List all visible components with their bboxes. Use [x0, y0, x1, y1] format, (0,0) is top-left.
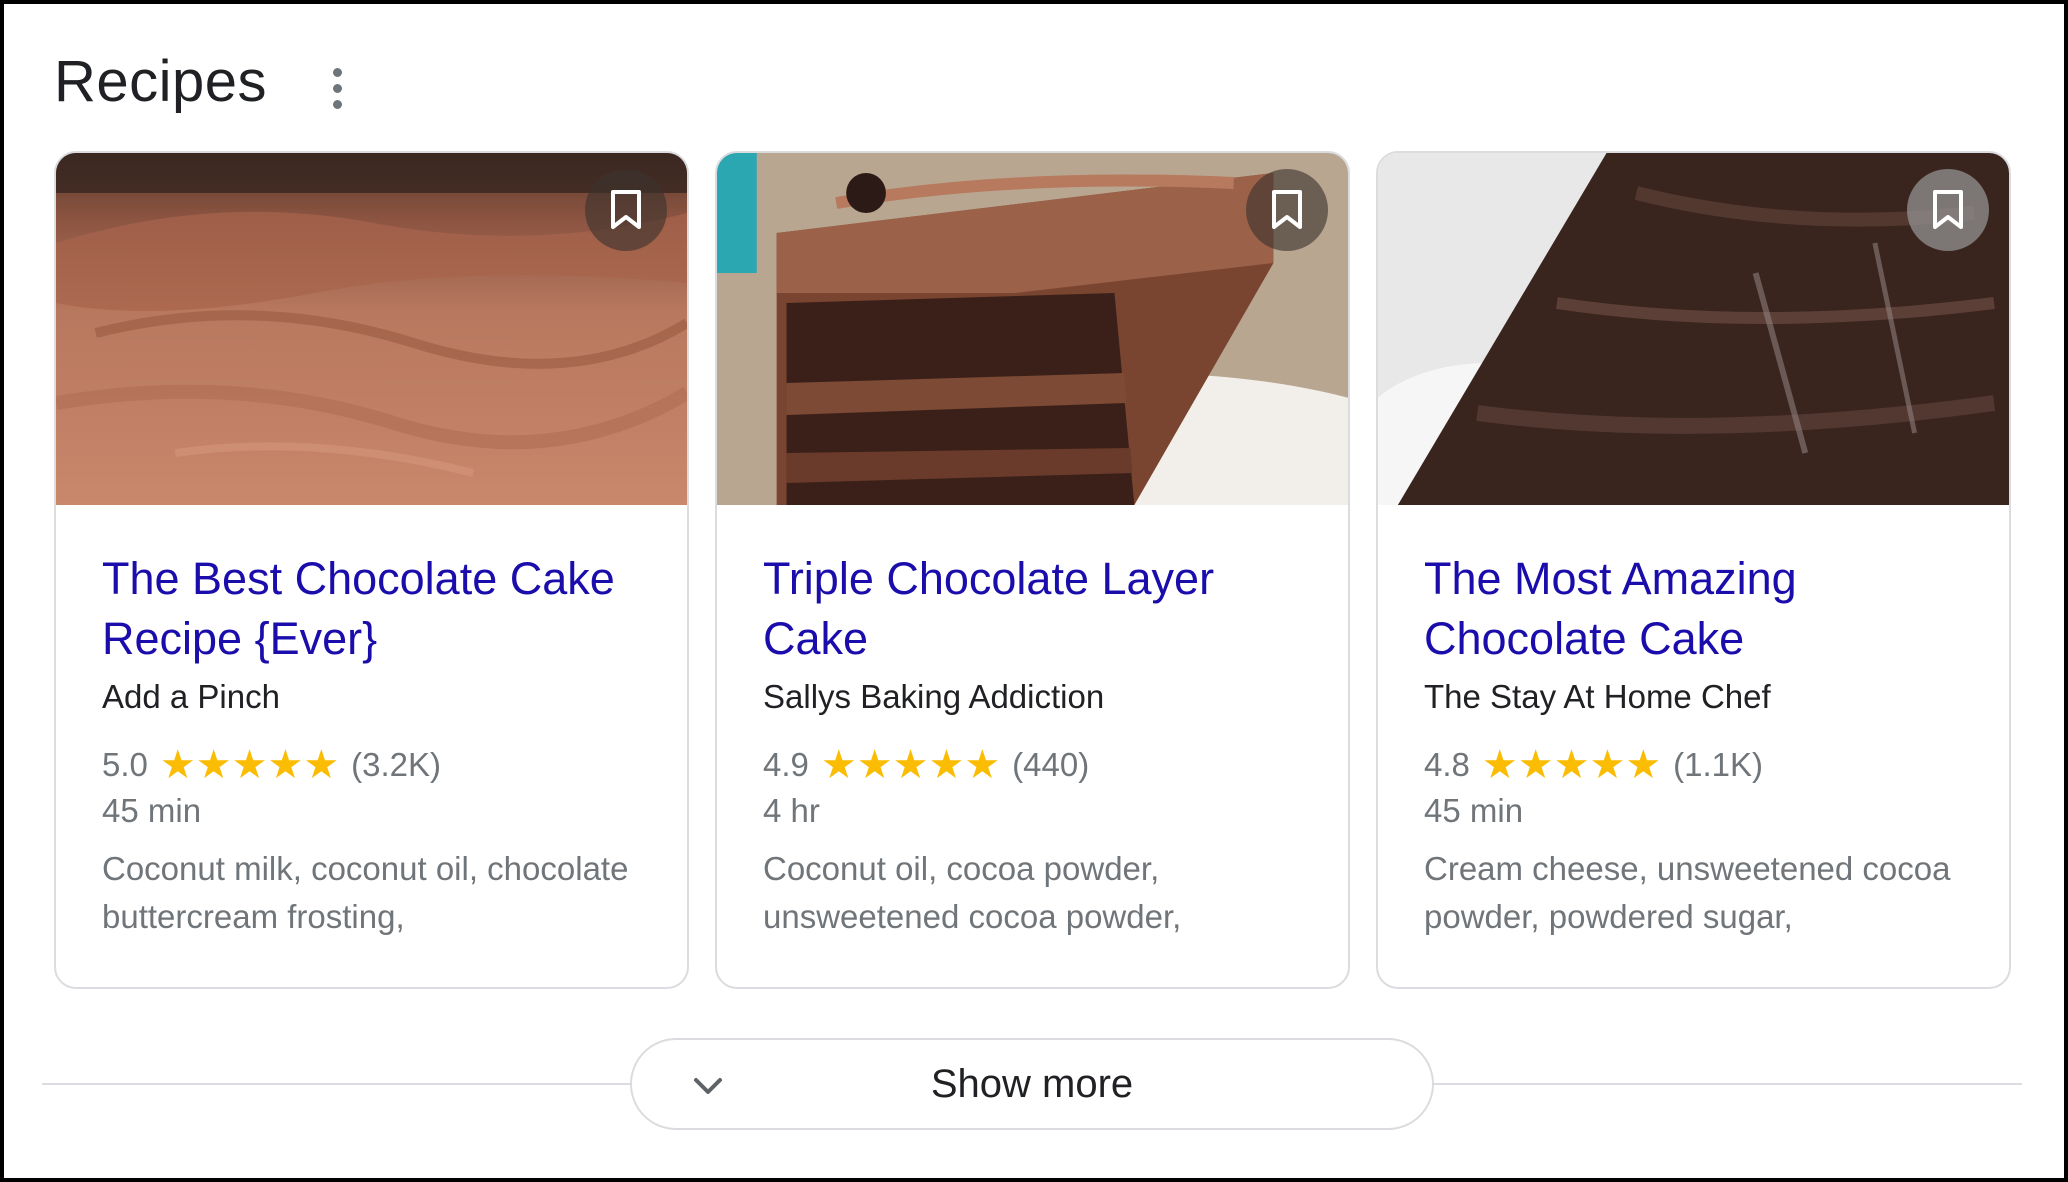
- show-more-button[interactable]: Show more: [630, 1038, 1434, 1130]
- recipe-cards: The Best Chocolate Cake Recipe {Ever} Ad…: [54, 151, 2011, 989]
- recipe-image[interactable]: [56, 153, 687, 505]
- recipes-header: Recipes: [54, 48, 267, 115]
- recipe-card[interactable]: The Best Chocolate Cake Recipe {Ever} Ad…: [54, 151, 689, 989]
- rating-value: 5.0: [102, 746, 148, 783]
- recipe-source: Sallys Baking Addiction: [763, 678, 1105, 715]
- bookmark-icon[interactable]: [585, 169, 667, 251]
- star-rating-icon: ★ ★ ★ ★ ★: [820, 743, 1001, 787]
- recipe-card[interactable]: The Most Amazing Chocolate Cake The Stay…: [1376, 151, 2011, 989]
- cook-time: 45 min: [1424, 792, 1524, 829]
- recipe-image[interactable]: [1378, 153, 2009, 505]
- recipe-title-link[interactable]: Triple Chocolate Layer Cake: [763, 549, 1302, 669]
- rating-row: 4.9 ★ ★ ★ ★ ★ (440): [763, 745, 1302, 785]
- review-count: (440): [1012, 746, 1090, 783]
- bookmark-icon[interactable]: [1907, 169, 1989, 251]
- cook-time: 45 min: [102, 792, 202, 829]
- cook-time: 4 hr: [763, 792, 820, 829]
- recipe-image[interactable]: [717, 153, 1348, 505]
- recipe-source: The Stay At Home Chef: [1424, 678, 1771, 715]
- recipe-source: Add a Pinch: [102, 678, 280, 715]
- chevron-down-icon: [688, 1066, 728, 1111]
- star-rating-icon: ★ ★ ★ ★ ★: [1481, 743, 1662, 787]
- recipe-title-link[interactable]: The Most Amazing Chocolate Cake: [1424, 549, 1963, 669]
- review-count: (3.2K): [351, 746, 442, 783]
- more-options-icon[interactable]: [322, 64, 352, 112]
- rating-row: 5.0 ★ ★ ★ ★ ★ (3.2K): [102, 745, 641, 785]
- rating-value: 4.8: [1424, 746, 1470, 783]
- ingredients: Coconut milk, coconut oil, chocolate but…: [102, 850, 629, 935]
- recipes-panel: Recipes The Best Chocolate Cake Recipe {…: [0, 0, 2068, 1182]
- recipe-card[interactable]: Triple Chocolate Layer Cake Sallys Bakin…: [715, 151, 1350, 989]
- show-more-label: Show more: [930, 1061, 1134, 1106]
- star-rating-icon: ★ ★ ★ ★ ★: [159, 743, 340, 787]
- rating-value: 4.9: [763, 746, 809, 783]
- recipe-title-link[interactable]: The Best Chocolate Cake Recipe {Ever}: [102, 549, 641, 669]
- bookmark-icon[interactable]: [1246, 169, 1328, 251]
- rating-row: 4.8 ★ ★ ★ ★ ★ (1.1K): [1424, 745, 1963, 785]
- review-count: (1.1K): [1673, 746, 1764, 783]
- ingredients: Cream cheese, unsweetened cocoa powder, …: [1424, 850, 1951, 935]
- section-title: Recipes: [54, 49, 268, 114]
- ingredients: Coconut oil, cocoa powder, unsweetened c…: [763, 850, 1182, 935]
